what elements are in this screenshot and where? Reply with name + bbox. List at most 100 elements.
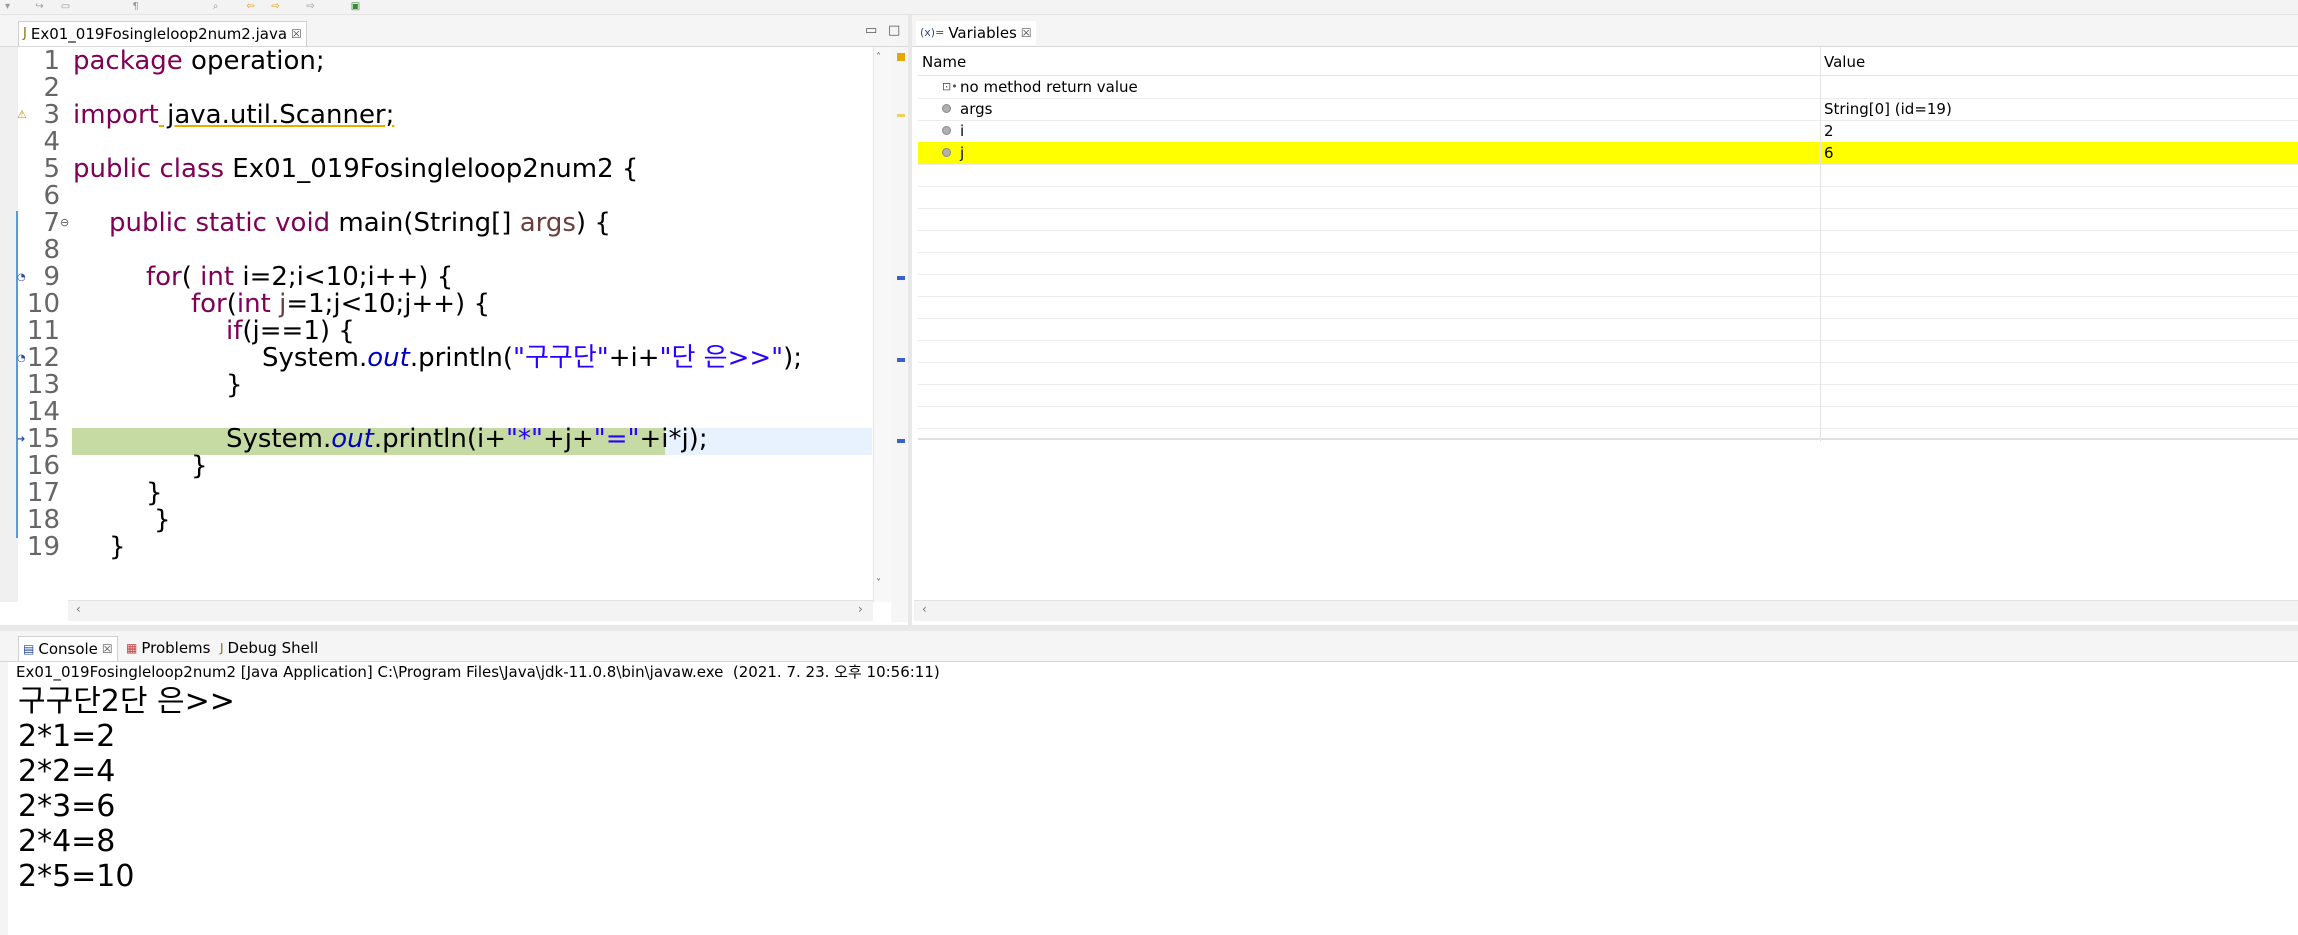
occurrence-marker[interactable] [897,276,905,280]
code-keyword: int [200,262,235,292]
instruction-pointer-icon[interactable]: ➜ [17,434,25,445]
view-divider[interactable] [908,15,912,625]
code-variable: args [519,208,576,238]
code-line: public class Ex01_019Fosingleloop2num2 { [73,156,638,183]
scroll-left-icon[interactable]: ‹ [76,602,81,616]
table-row[interactable]: i 2 [918,120,2298,143]
toolbar-view-icon[interactable]: ▣ [350,1,361,12]
code-editor[interactable] [18,47,873,602]
occurrence-marker[interactable] [897,439,905,443]
warning-marker[interactable] [897,114,905,117]
toolbar-forward-icon[interactable]: ⇨ [270,1,281,12]
table-row-empty [918,274,2298,297]
details-sash[interactable] [918,438,2298,440]
return-value-icon: ⊡• [942,80,958,93]
toolbar-print-icon[interactable]: ▭ [60,1,71,12]
code-text: .println(i+ [373,424,507,454]
code-text: +j+ [542,424,594,454]
warning-icon[interactable]: ⚠ [17,108,27,121]
table-row-selected[interactable]: j 6 [918,142,2298,165]
close-icon[interactable]: ☒ [291,22,302,46]
code-line: System.out.println("구구단"+i+"단 은>>"); [262,345,802,372]
table-row-empty [918,362,2298,385]
column-header-value[interactable]: Value [1824,53,1865,71]
toolbar-back-icon[interactable]: ⇦ [245,1,256,12]
code-string: "구구단" [513,343,609,373]
column-separator[interactable] [1820,47,1821,442]
close-icon[interactable]: ☒ [102,637,113,661]
code-line: for(int j=1;j<10;j++) { [191,291,490,318]
debug-shell-icon: J [220,641,224,655]
console-margin [0,662,8,935]
code-text: ( [226,289,237,319]
maximize-icon[interactable]: □ [888,23,900,38]
occurrence-marker[interactable] [897,358,905,362]
tab-debug-shell[interactable]: J Debug Shell [216,636,322,660]
console-process-description: Ex01_019Fosingleloop2num2 [Java Applicat… [16,663,940,681]
code-text: Ex01_019Fosingleloop2num2 { [224,154,639,184]
tab-label: Problems [141,639,211,657]
fold-icon[interactable]: ⊖ [60,216,69,229]
code-text: java.util.Scanner; [158,100,395,130]
tab-problems[interactable]: ▦ Problems [122,636,214,660]
scroll-right-icon[interactable]: › [858,602,863,616]
annotation-ruler [891,47,908,622]
scroll-left-icon[interactable]: ‹ [922,602,927,616]
code-keyword: for [191,289,227,319]
line-number: 8 [43,235,60,265]
table-row-empty [918,406,2298,429]
toolbar-search-icon[interactable]: ⌕ [210,1,221,12]
problems-icon: ▦ [126,641,138,655]
main-toolbar: ▾ ↪ ▭ ¶ ⌕ ⇦ ⇨ ⇨ ▣ [0,0,2298,15]
overview-ruler[interactable] [873,47,892,602]
code-line: package operation; [73,48,325,75]
code-text: .println( [409,343,514,373]
variable-value: String[0] (id=19) [1824,100,1952,118]
variable-name: no method return value [960,78,1138,96]
code-text: System. [262,343,368,373]
code-line: public static void main(String[] args) { [109,210,611,237]
code-line: } [154,505,171,535]
code-keyword: int [236,289,271,319]
tab-editor-file[interactable]: J Ex01_019Fosingleloop2num2.java ☒ [18,21,307,46]
line-number: 11 [26,316,60,346]
toolbar-step-icon[interactable]: ↪ [34,1,45,12]
toolbar-paragraph-icon[interactable]: ¶ [130,1,141,12]
code-text: ) { [575,208,611,238]
console-output-line: 2*2=4 [18,754,116,789]
console-output-line: 구구단2단 은>> [18,684,235,719]
code-field: out [331,424,374,454]
code-line: } [191,451,208,481]
table-row[interactable]: args String[0] (id=19) [918,98,2298,121]
scroll-down-icon[interactable]: ˅ [876,578,881,589]
line-number: 13 [26,370,60,400]
table-row-empty [918,230,2298,253]
scroll-up-icon[interactable]: ˄ [876,52,881,63]
toolbar-arrow-icon[interactable]: ▾ [2,1,13,12]
editor-horizontal-scrollbar[interactable]: ‹ › [68,600,873,621]
console-icon: ▤ [23,642,35,656]
tab-variables[interactable]: (x)= Variables ☒ [916,21,1036,45]
column-header-name[interactable]: Name [922,53,966,71]
table-row-empty [918,296,2298,319]
breakpoint-icon[interactable]: ◔ [17,272,26,283]
line-number: 2 [43,73,60,103]
toolbar-nav-icon[interactable]: ⇨ [305,1,316,12]
console-output-line: 2*5=10 [18,859,135,894]
tab-label: Console [38,640,98,658]
breakpoint-icon[interactable]: ◔ [17,353,26,364]
table-row[interactable]: ⊡• no method return value [918,76,2298,99]
code-text: ); [783,343,802,373]
line-number: 5 [43,154,60,184]
variables-horizontal-scrollbar[interactable]: ‹ [914,600,2298,621]
console-output-line: 2*4=8 [18,824,116,859]
tab-console[interactable]: ▤ Console ☒ [18,636,118,661]
warning-marker[interactable] [897,53,905,61]
close-icon[interactable]: ☒ [1021,21,1032,45]
tab-label: Variables [948,24,1017,42]
line-number: 16 [26,451,60,481]
minimize-icon[interactable]: ▭ [865,23,877,38]
tab-label: Ex01_019Fosingleloop2num2.java [30,25,288,43]
tab-label: Debug Shell [227,639,319,657]
